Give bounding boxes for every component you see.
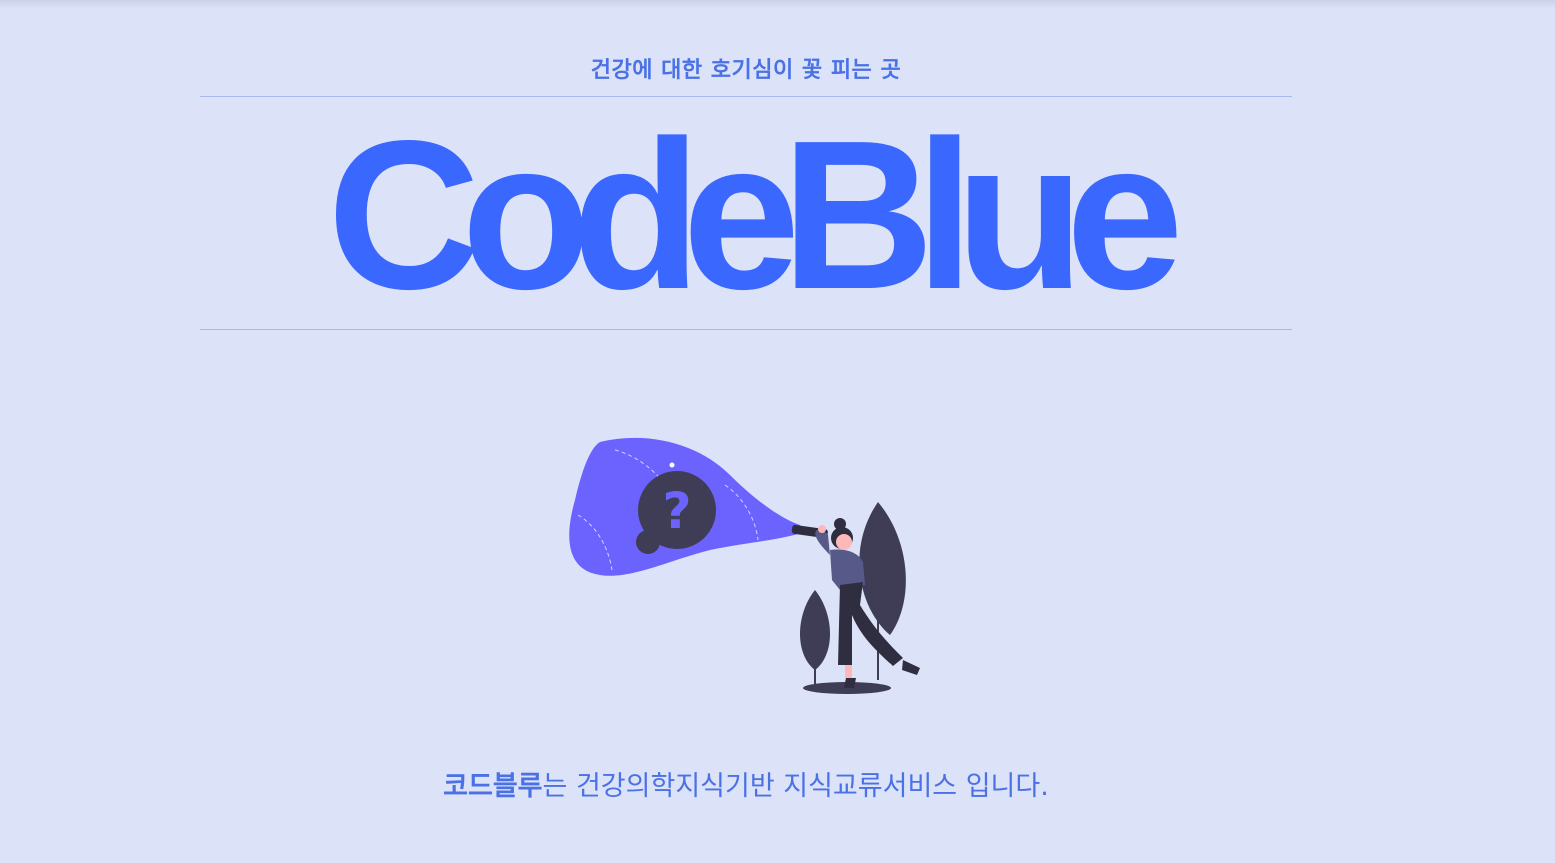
description-text: 는 건강의학지식기반 지식교류서비스 입니다. <box>542 771 1049 802</box>
service-description: 코드블루는 건강의학지식기반 지식교류서비스 입니다. <box>0 764 1492 803</box>
bottom-divider <box>200 329 1292 330</box>
flashlight-question-illustration: ? <box>569 437 920 694</box>
svg-text:?: ? <box>662 482 691 540</box>
codeblue-logo: CodeBlue <box>327 96 1183 333</box>
brand-name: 코드블루 <box>443 771 543 802</box>
top-shadow <box>0 0 1555 8</box>
tagline: 건강에 대한 호기심이 꽃 피는 곳 <box>590 58 902 83</box>
